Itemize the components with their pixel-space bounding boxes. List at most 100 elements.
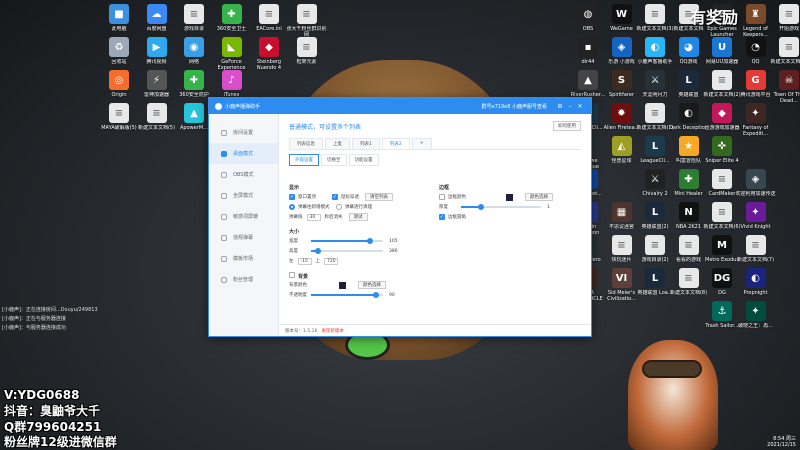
app-shortcut-icon: ≡ (109, 103, 129, 123)
app-shortcut-icon: ≡ (645, 4, 665, 24)
desktop-icon[interactable]: ✦ 破晓之王：再... (736, 301, 776, 345)
opacity-value: 90 (389, 292, 395, 298)
sidebar-item-desktop[interactable]: 桌面模式 (209, 143, 278, 164)
raccoon-avatar (628, 340, 718, 450)
title-right-info[interactable]: 群号e719e8 小鹿声服号查看 (482, 103, 547, 110)
thickness-label: 厚度 (439, 205, 448, 210)
sidebar-item-filter[interactable]: 敏感词屏蔽 (209, 206, 278, 227)
minimize-icon[interactable]: – (565, 103, 575, 110)
app-shortcut-icon: N (678, 202, 699, 222)
desktop-icon-label: 游戏目录 (183, 26, 204, 32)
app-shortcut-icon: ♪ (221, 70, 242, 90)
tab-list-2[interactable]: 列表2 (381, 138, 410, 149)
desktop-icon-label: 开始游戏 (778, 26, 799, 32)
taskbar-clock[interactable]: 8:54 周三 2021/12/15 (740, 436, 796, 448)
tab-function[interactable]: 功能设置 (348, 154, 379, 166)
add-tab-button[interactable]: + (411, 138, 432, 149)
thickness-slider-handle[interactable] (478, 204, 484, 210)
app-shortcut-icon: ◆ (712, 103, 732, 123)
desktop-icon[interactable]: ≡ MAYA破解版(5) (99, 103, 139, 147)
border-color-checkbox[interactable] (439, 194, 445, 200)
test-button[interactable]: 测试 (348, 213, 368, 221)
help-button[interactable]: 如何使用 (553, 121, 581, 131)
tab-switch[interactable]: 切换至 (321, 154, 347, 166)
height-slider-handle[interactable] (315, 248, 322, 254)
desktop-icon[interactable]: ≡ 框架元素 (287, 37, 327, 81)
tab-mic[interactable]: 上麦 (325, 138, 350, 149)
close-icon[interactable]: ✕ (575, 103, 585, 110)
app-shortcut-icon: ✹ (611, 103, 632, 123)
desktop-icon[interactable]: ◆ Steinberg Nuendo 4 (249, 37, 289, 81)
desktop-icon-label: 此电脑 (111, 26, 127, 32)
thickness-slider[interactable] (461, 204, 541, 210)
width-slider-handle[interactable] (367, 238, 374, 244)
app-shortcut-icon: ♻ (109, 37, 129, 57)
title-bar[interactable]: 小鹿声播弹助手 群号e719e8 小鹿声服号查看 ⚙ – ✕ (209, 98, 591, 114)
width-slider-fill (311, 240, 371, 242)
interval-input[interactable]: 30 (306, 213, 321, 221)
fade-mode-radio[interactable] (336, 204, 342, 210)
app-shortcut-icon: L (645, 202, 665, 222)
desktop-icon-label: 网络 (188, 59, 199, 65)
sidebar-item-templates[interactable]: 模板市场 (209, 248, 278, 269)
bg-color-swatch[interactable] (339, 281, 346, 289)
app-shortcut-icon: ◐ (745, 268, 766, 288)
height-label: 高度 (289, 249, 298, 254)
app-shortcut-icon: ☁ (146, 4, 167, 24)
width-slider[interactable] (311, 238, 383, 244)
height-value: 386 (389, 248, 398, 254)
sidebar-item-fans[interactable]: 粉丝管理 (209, 269, 278, 290)
sub-tabs: 外观设置 切换至 功能设置 (289, 154, 581, 166)
bg-enable-checkbox[interactable] (289, 272, 295, 278)
desktop-icon-label: MAYA破解版(5) (101, 125, 137, 131)
app-shortcut-icon: ≡ (712, 70, 732, 90)
sidebar-item-obs[interactable]: OBS模式 (209, 164, 278, 185)
fade-mode-label: 弹幕逐行清理 (345, 205, 372, 210)
always-on-top-checkbox[interactable]: ✓ (289, 194, 295, 200)
border-color-button[interactable]: 颜色选择 (525, 193, 553, 201)
app-shortcut-icon: ◍ (578, 4, 598, 24)
app-shortcut-icon: ✦ (745, 301, 766, 321)
app-shortcut-icon: DG (712, 268, 732, 288)
border-color-swatch[interactable] (506, 193, 513, 201)
mouse-through-checkbox[interactable]: ✓ (332, 194, 338, 200)
opacity-slider[interactable] (311, 292, 383, 298)
pos-y-input[interactable]: 720 (324, 257, 338, 265)
sidebar-item-violations[interactable]: 违规弹幕 (209, 227, 278, 248)
app-shortcut-icon: ≡ (779, 4, 799, 24)
tab-appearance[interactable]: 外观设置 (289, 154, 319, 166)
app-shortcut-icon: ≡ (259, 4, 279, 24)
bg-section-title: 背景 (289, 272, 409, 280)
opacity-slider-handle[interactable] (372, 292, 379, 298)
app-shortcut-icon: ▲ (578, 70, 598, 90)
interval-label: 弹幕值 (289, 215, 303, 220)
app-shortcut-icon: ≡ (678, 235, 699, 255)
tab-list-info[interactable]: 列表信息 (289, 138, 323, 149)
thickness-value: 1 (547, 204, 550, 210)
desktop-icon[interactable]: ≡ 新建文本文档(5) (137, 103, 177, 147)
sidebar-item-room[interactable]: 房间设置 (209, 122, 278, 143)
obs-icon (221, 171, 227, 178)
log-line: [小鹿声]：与服务器连接成功 (2, 325, 66, 331)
app-shortcut-icon: ◔ (745, 37, 766, 57)
pos-x-input[interactable]: -15 (297, 257, 312, 265)
left-settings: 显示 ✓ 窗口置顶 ✓ 鼠标穿透 清空列表 弹幕往新增模式 弹幕逐行清理 弹幕值… (289, 178, 409, 300)
settings-icon[interactable]: ⚙ (555, 103, 565, 110)
clear-list-button[interactable]: 清空列表 (365, 193, 393, 201)
app-shortcut-icon: ≡ (779, 37, 799, 57)
display-section-title: 显示 (289, 185, 300, 191)
tab-list-1[interactable]: 列表1 (352, 138, 380, 149)
app-shortcut-icon: ♜ (745, 4, 766, 24)
app-shortcut-icon: L (645, 136, 665, 156)
desktop-icon-label: 破晓之王：再... (738, 323, 773, 329)
app-shortcut-icon: ✚ (184, 70, 204, 90)
width-value: 105 (389, 238, 398, 244)
scroll-mode-radio[interactable] (289, 204, 295, 210)
update-link[interactable]: 发现新版本 (321, 328, 344, 334)
height-slider[interactable] (311, 248, 383, 254)
bg-color-button[interactable]: 颜色选择 (358, 281, 386, 289)
app-shortcut-icon: ≡ (678, 268, 699, 288)
sidebar-item-fullscreen[interactable]: 全屏模式 (209, 185, 278, 206)
round-corner-checkbox[interactable]: ✓ (439, 214, 445, 220)
log-line: [小鹿声]：正在与服务器连接 (2, 316, 66, 322)
